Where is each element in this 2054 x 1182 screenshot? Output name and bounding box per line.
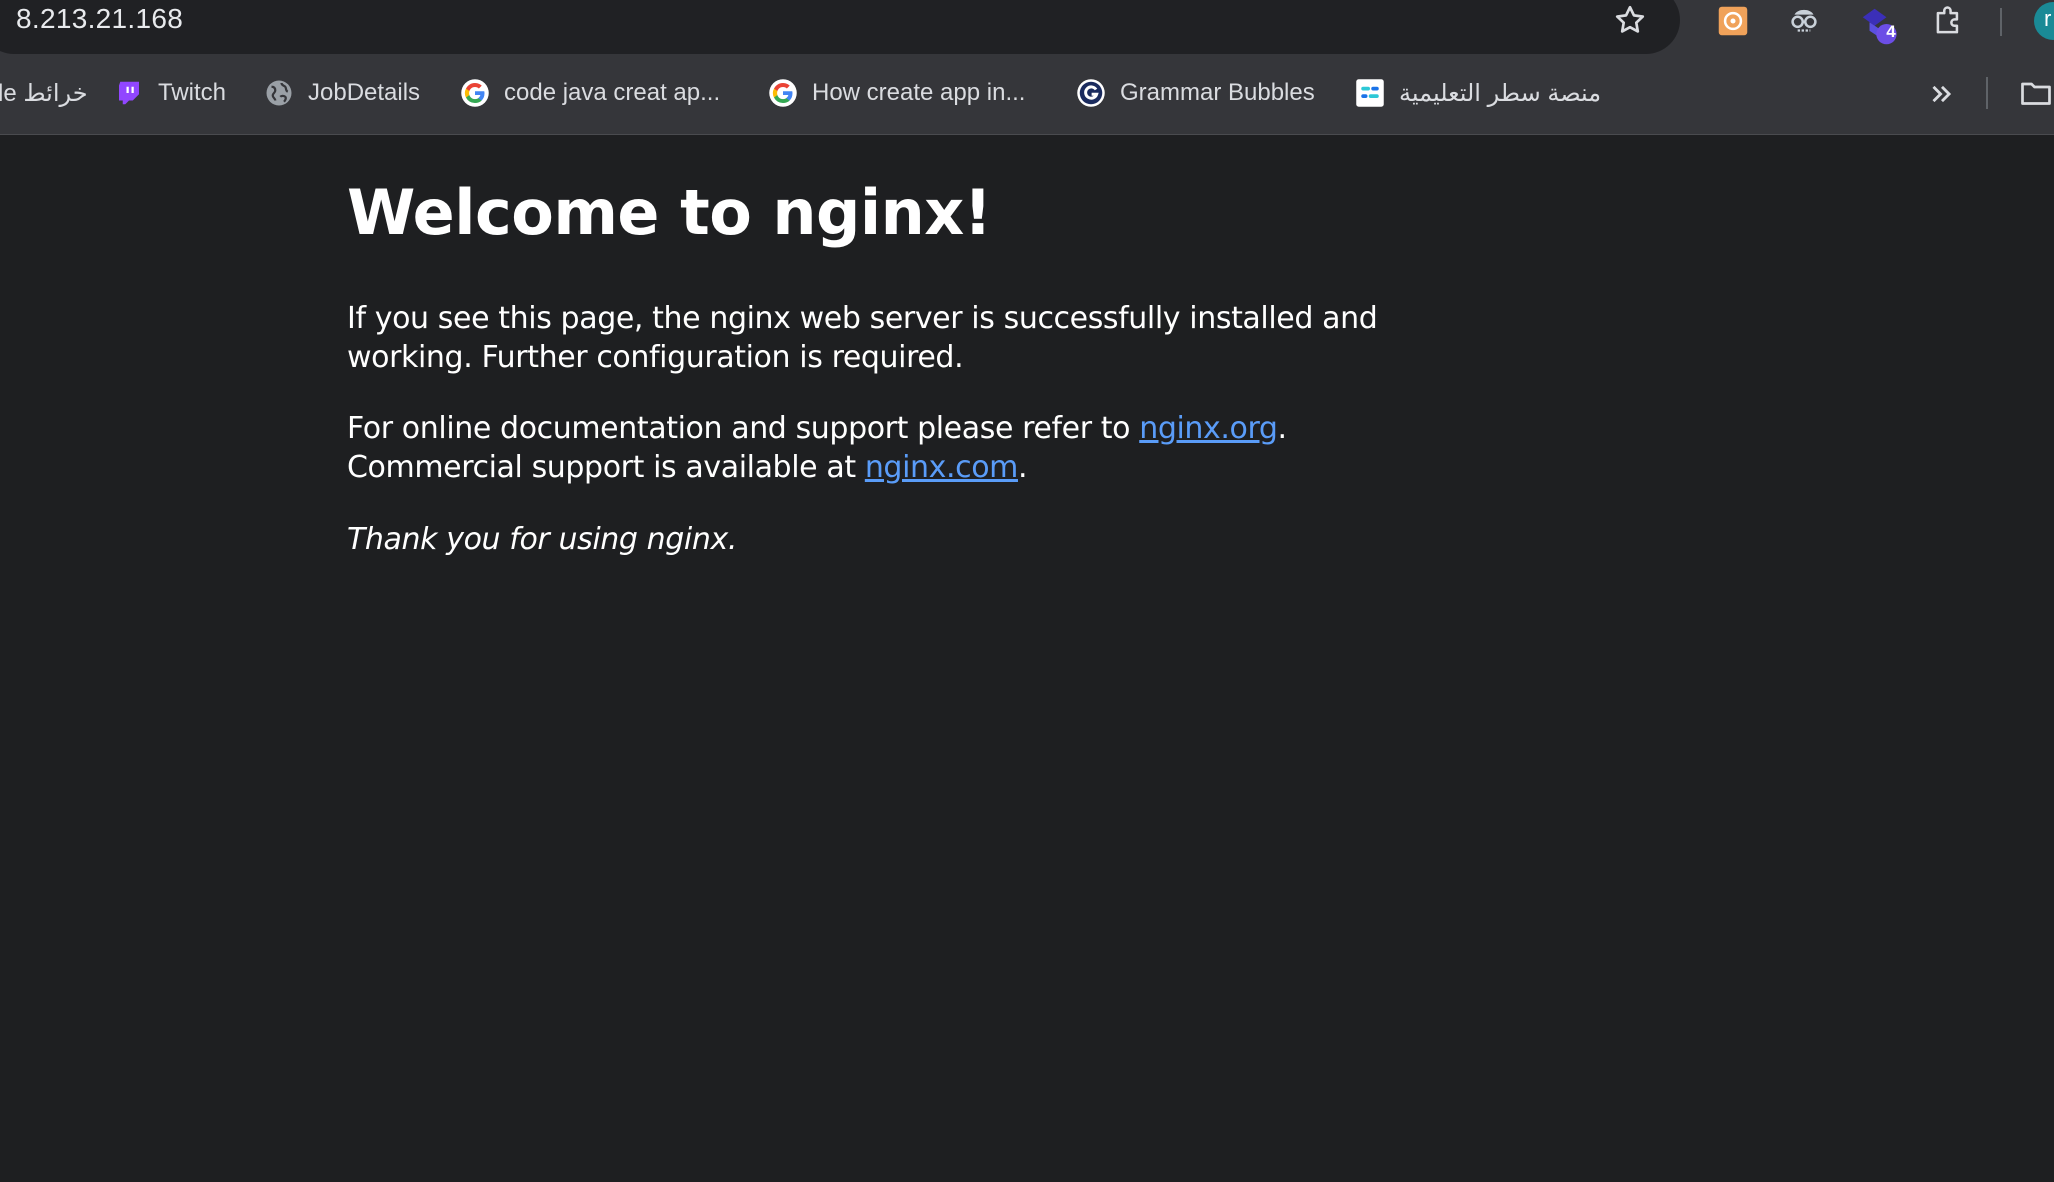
address-bar[interactable] (0, 0, 1680, 54)
extension-badge: 4 (1886, 22, 1896, 41)
twitch-icon (119, 81, 139, 105)
bookmark-label: How create app in... (812, 79, 1026, 106)
bookmark-satr[interactable]: منصة سطر التعليمية (1355, 73, 1601, 113)
bookmarks-divider (1986, 77, 1988, 109)
bookmarks-bar: le خرائط Twitch JobDetails code java cre… (0, 55, 2054, 135)
docs-line: For online documentation and support ple… (347, 409, 1287, 448)
grammar-icon (1077, 79, 1105, 107)
thank-you-message: Thank you for using nginx. (347, 522, 737, 557)
bookmark-jobdetails[interactable]: JobDetails (264, 73, 420, 113)
bookmark-label: Twitch (158, 79, 227, 106)
bookmark-label: code java creat ap... (504, 79, 721, 106)
nginx-org-link[interactable]: nginx.org (1139, 411, 1278, 446)
install-message-line2: working. Further configuration is requir… (347, 340, 964, 375)
globe-icon (266, 80, 292, 106)
browser-toolbar: 8.213.21.168 4 r (0, 0, 2054, 55)
bookmark-label: Grammar Bubbles (1120, 79, 1315, 106)
profile-initial: r (2044, 6, 2052, 31)
extension-glasses-icon[interactable] (1785, 2, 1823, 40)
profile-avatar[interactable]: r (2034, 2, 2054, 40)
commercial-text: Commercial support is available at (347, 450, 865, 485)
more-bookmarks-chevron-icon[interactable] (1925, 77, 1959, 111)
page-title: Welcome to nginx! (347, 176, 992, 249)
extensions-puzzle-icon[interactable] (1930, 2, 1968, 40)
bookmark-label: le خرائط (0, 79, 88, 107)
docs-text: For online documentation and support ple… (347, 411, 1140, 446)
commercial-period: . (1017, 450, 1028, 485)
docs-period: . (1277, 411, 1288, 446)
commercial-line: Commercial support is available at nginx… (347, 448, 1287, 487)
toolbar-divider (2000, 8, 2002, 36)
page-viewport: Welcome to nginx! If you see this page, … (0, 136, 2054, 1182)
bookmark-twitch[interactable]: Twitch (114, 73, 226, 113)
bookmark-grammar-bubbles[interactable]: Grammar Bubbles (1076, 73, 1315, 113)
folder-icon[interactable] (2018, 75, 2054, 111)
bookmark-star-icon[interactable] (1612, 2, 1648, 38)
install-message-line1: If you see this page, the nginx web serv… (347, 301, 1378, 336)
bookmark-maps[interactable]: le خرائط (0, 73, 88, 113)
google-icon (769, 79, 797, 107)
bookmark-how-create-app[interactable]: How create app in... (768, 73, 1025, 113)
satr-icon (1356, 79, 1384, 107)
extension-orange-icon[interactable] (1714, 2, 1752, 40)
bookmark-label: JobDetails (308, 79, 421, 106)
bookmark-label: منصة سطر التعليمية (1399, 79, 1602, 107)
install-message: If you see this page, the nginx web serv… (347, 299, 1378, 377)
bookmark-code-java[interactable]: code java creat ap... (460, 73, 720, 113)
nginx-com-link[interactable]: nginx.com (865, 450, 1019, 485)
support-message: For online documentation and support ple… (347, 409, 1287, 487)
google-icon (461, 79, 489, 107)
address-bar-url[interactable]: 8.213.21.168 (16, 3, 183, 35)
